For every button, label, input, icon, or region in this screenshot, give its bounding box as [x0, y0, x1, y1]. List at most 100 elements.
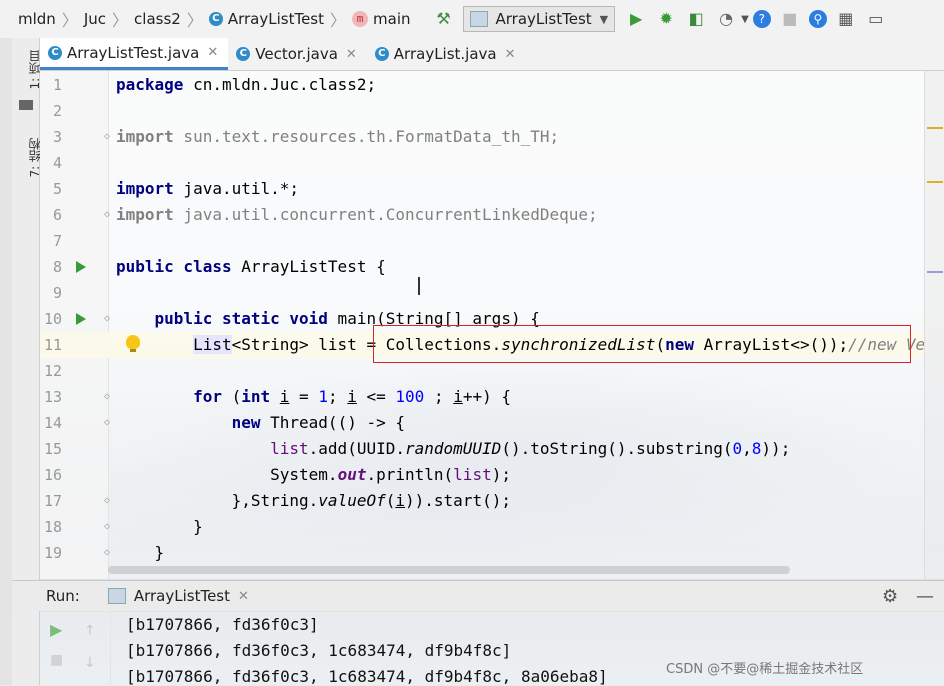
run-gutter-icon[interactable] — [76, 261, 86, 273]
tab-label: ArrayListTest.java — [67, 43, 200, 62]
breadcrumb-package[interactable]: Juc — [84, 10, 106, 28]
search-icon[interactable]: ⚲ — [808, 10, 827, 28]
code-line[interactable]: 2 — [40, 98, 924, 124]
chevron-down-icon[interactable]: ▼ — [741, 14, 749, 25]
line-number: 18 — [43, 518, 62, 536]
code-text: } — [116, 517, 203, 536]
fold-icon[interactable]: ◇ — [104, 540, 110, 566]
tab-arraylisttest[interactable]: C ArrayListTest.java ✕ — [40, 38, 229, 70]
usage-marker[interactable] — [927, 271, 943, 273]
code-line[interactable]: 17 ◇ },String.valueOf(i)).start(); — [40, 488, 924, 514]
class-icon: C — [374, 47, 389, 61]
code-line[interactable]: 16 System.out.println(list); — [40, 462, 924, 488]
fold-icon[interactable]: ◇ — [104, 488, 110, 514]
code-line[interactable]: 14 ◇ new Thread(() -> { — [40, 410, 924, 436]
class-icon: C — [236, 47, 251, 61]
project-structure-icon[interactable]: ▦ — [835, 8, 857, 30]
fold-icon[interactable]: ◇ — [104, 410, 110, 436]
code-line[interactable]: 9 — [40, 280, 924, 306]
line-number: 10 — [43, 310, 62, 328]
run-tab-label[interactable]: ArrayListTest — [134, 587, 230, 605]
code-text: System.out.println(list); — [116, 465, 511, 484]
folder-icon — [19, 100, 33, 110]
gear-icon[interactable]: ⚙ — [882, 586, 898, 607]
tab-vector[interactable]: C Vector.java ✕ — [228, 38, 367, 70]
line-number: 11 — [43, 336, 62, 354]
code-line[interactable]: 5 import java.util.*; — [40, 176, 924, 202]
code-line[interactable]: 1 package cn.mldn.Juc.class2; — [40, 72, 924, 98]
run-label: Run: — [46, 587, 80, 605]
tab-label: Vector.java — [255, 45, 338, 63]
code-text: public class ArrayListTest { — [116, 257, 386, 276]
breadcrumb-class[interactable]: C ArrayListTest — [208, 10, 324, 28]
debug-icon[interactable]: ✹ — [655, 8, 677, 30]
line-number: 15 — [43, 440, 62, 458]
tab-label: ArrayList.java — [393, 45, 497, 63]
close-icon[interactable]: ✕ — [505, 47, 516, 62]
code-text: list.add(UUID.randomUUID().toString().su… — [270, 439, 791, 458]
terminal-icon[interactable]: ▭ — [865, 8, 887, 30]
tab-arraylist[interactable]: C ArrayList.java ✕ — [367, 38, 526, 70]
code-text: package cn.mldn.Juc.class2; — [116, 75, 377, 94]
config-icon — [469, 11, 488, 27]
code-text: new Thread(() -> { — [231, 413, 405, 432]
code-line[interactable]: 13 ◇ for (int i = 1; i <= 100 ; i++) { — [40, 384, 924, 410]
chevron-right-icon: 〉 — [186, 11, 203, 30]
run-configuration-label: ArrayListTest — [495, 10, 592, 28]
navigation-bar: mldn 〉 Juc 〉 class2 〉 C ArrayListTest 〉 m… — [0, 0, 944, 39]
breadcrumb-label: Juc — [83, 10, 107, 28]
code-line[interactable]: 15 list.add(UUID.randomUUID().toString()… — [40, 436, 924, 462]
code-line[interactable]: 3 ◇ import sun.text.resources.th.FormatDat… — [40, 124, 924, 150]
run-gutter-icon[interactable] — [76, 313, 86, 325]
line-number: 1 — [52, 76, 62, 94]
class-icon: C — [208, 12, 223, 26]
chevron-right-icon: 〉 — [61, 11, 78, 30]
run-tool-strip — [12, 611, 40, 685]
line-number: 14 — [43, 414, 62, 432]
line-number: 9 — [52, 284, 62, 302]
hammer-icon[interactable]: ⚒ — [433, 8, 455, 30]
fold-icon[interactable]: ◇ — [104, 124, 110, 150]
breadcrumb-label: ArrayListTest — [227, 10, 324, 28]
help-icon[interactable]: ? — [752, 10, 771, 28]
profile-icon[interactable]: ◔ — [715, 8, 737, 30]
code-text: for (int i = 1; i <= 100 ; i++) { — [193, 387, 512, 406]
editor-scrollbar[interactable] — [924, 71, 944, 579]
line-number: 2 — [52, 102, 62, 120]
chevron-down-icon: ▼ — [599, 12, 609, 26]
line-number: 6 — [52, 206, 62, 224]
breadcrumb-subpackage[interactable]: class2 — [134, 10, 181, 28]
code-text: },String.valueOf(i)).start(); — [116, 491, 511, 510]
breadcrumb-label: mldn — [18, 10, 56, 28]
close-icon[interactable]: ✕ — [238, 589, 249, 604]
code-text: import java.util.*; — [116, 179, 300, 198]
stop-icon[interactable]: ■ — [779, 8, 801, 30]
code-line[interactable]: 19 ◇ } — [40, 540, 924, 566]
minimize-icon[interactable]: — — [916, 586, 934, 607]
code-line[interactable]: 18 ◇ } — [40, 514, 924, 540]
code-line[interactable]: 7 — [40, 228, 924, 254]
fold-icon[interactable]: ◇ — [104, 384, 110, 410]
fold-icon[interactable]: ◇ — [104, 514, 110, 540]
horizontal-scrollbar[interactable] — [108, 566, 790, 574]
console-line: [b1707866, fd36f0c3, 1c683474, df9b4f8c,… — [126, 667, 608, 686]
run-icon[interactable]: ▶ — [625, 8, 647, 30]
line-number: 3 — [52, 128, 62, 146]
breadcrumb-project[interactable]: mldn — [18, 10, 56, 28]
coverage-icon[interactable]: ◧ — [685, 8, 707, 30]
code-line[interactable]: 4 — [40, 150, 924, 176]
warning-marker[interactable] — [927, 181, 943, 183]
close-icon[interactable]: ✕ — [346, 47, 357, 62]
fold-icon[interactable]: ◇ — [104, 306, 110, 332]
breadcrumb-method[interactable]: m main — [352, 10, 411, 28]
class-icon: C — [48, 45, 62, 60]
code-line[interactable]: 6 ◇ import java.util.concurrent.Concurrent… — [40, 202, 924, 228]
line-number: 13 — [43, 388, 62, 406]
run-configuration-select[interactable]: ArrayListTest ▼ — [462, 6, 616, 32]
code-line[interactable]: 8 public class ArrayListTest { — [40, 254, 924, 280]
line-number: 16 — [43, 466, 62, 484]
warning-marker[interactable] — [927, 127, 943, 129]
fold-icon[interactable]: ◇ — [104, 202, 110, 228]
lightbulb-icon[interactable] — [126, 335, 140, 352]
close-icon[interactable]: ✕ — [207, 45, 218, 60]
